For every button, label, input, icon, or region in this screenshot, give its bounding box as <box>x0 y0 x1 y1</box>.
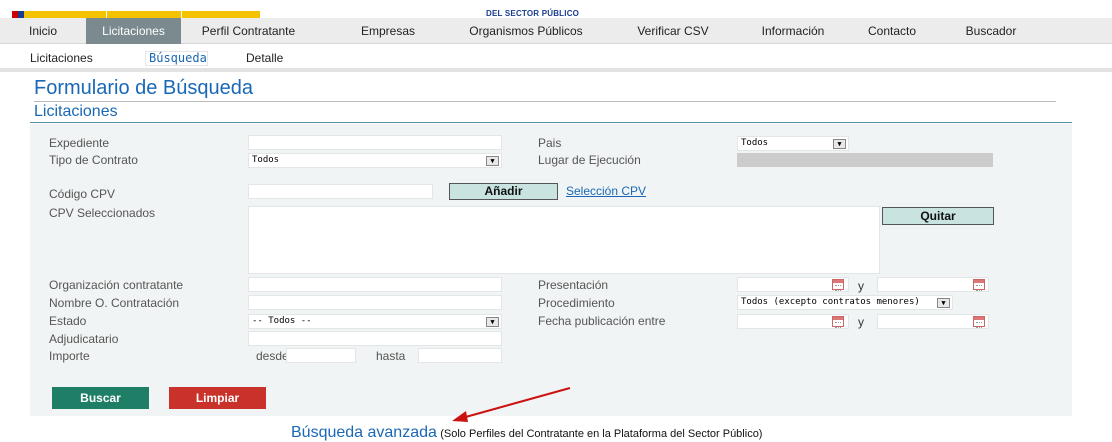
brand-text: DEL SECTOR PÚBLICO <box>486 9 580 18</box>
estado-select[interactable]: -- Todos -- ▼ <box>248 314 502 329</box>
estado-value: -- Todos -- <box>252 316 312 326</box>
nombre-organo-label: Nombre O. Contratación <box>49 296 180 310</box>
nav-item-informacion[interactable]: Información <box>738 18 848 44</box>
nav-item-contacto[interactable]: Contacto <box>852 18 932 44</box>
importe-hasta-input[interactable] <box>418 348 502 363</box>
chevron-down-icon[interactable]: ▼ <box>486 317 499 327</box>
nav-item-verificar-csv[interactable]: Verificar CSV <box>618 18 728 44</box>
add-cpv-button[interactable]: Añadir <box>449 183 558 200</box>
tipo-contrato-label: Tipo de Contrato <box>49 153 138 167</box>
advanced-search: Búsqueda avanzada (Solo Perfiles del Con… <box>291 424 762 442</box>
remove-cpv-button[interactable]: Quitar <box>882 207 994 225</box>
calendar-icon[interactable] <box>973 279 985 291</box>
nav-item-empresas[interactable]: Empresas <box>338 18 438 44</box>
top-strip: DEL SECTOR PÚBLICO <box>0 0 1112 18</box>
pais-value: Todos <box>741 138 769 148</box>
codigo-cpv-input[interactable] <box>248 184 433 199</box>
advanced-search-link[interactable]: Búsqueda avanzada <box>291 424 437 441</box>
organizacion-contratante-label: Organización contratante <box>49 278 184 292</box>
importe-desde-input[interactable] <box>286 348 356 363</box>
calendar-icon[interactable] <box>973 316 985 328</box>
desde-label: desde <box>256 349 289 363</box>
importe-label: Importe <box>49 349 90 363</box>
chevron-down-icon[interactable]: ▼ <box>833 139 846 149</box>
pais-label: Pais <box>538 136 562 150</box>
flag-separator <box>106 11 107 18</box>
flag-separator <box>181 11 182 18</box>
subnav-item-licitaciones[interactable]: Licitaciones <box>30 51 93 65</box>
nav-item-licitaciones[interactable]: Licitaciones <box>86 18 181 44</box>
chevron-down-icon[interactable]: ▼ <box>486 156 499 166</box>
procedimiento-select[interactable]: Todos (excepto contratos menores) ▼ <box>737 295 953 310</box>
calendar-icon[interactable] <box>832 279 844 291</box>
title-divider <box>34 101 1056 102</box>
cpv-seleccionados-label: CPV Seleccionados <box>49 206 156 220</box>
page-title: Formulario de Búsqueda <box>34 77 254 99</box>
lugar-ejecucion-field[interactable] <box>737 153 993 167</box>
y-label: y <box>858 279 864 293</box>
hasta-label: hasta <box>376 349 406 363</box>
adjudicatario-input[interactable] <box>248 331 502 346</box>
section-title: Licitaciones <box>34 103 118 120</box>
y-label: y <box>858 315 864 329</box>
nav-item-inicio[interactable]: Inicio <box>0 18 86 44</box>
nav-item-buscador[interactable]: Buscador <box>948 18 1034 44</box>
chevron-down-icon[interactable]: ▼ <box>937 298 950 308</box>
subnav-item-busqueda[interactable]: Búsqueda <box>145 51 208 66</box>
sub-nav: Licitaciones Búsqueda Detalle <box>0 44 1112 72</box>
fecha-publicacion-label: Fecha publicación entre <box>538 314 666 328</box>
pais-select[interactable]: Todos ▼ <box>737 136 849 151</box>
lugar-ejecucion-label: Lugar de Ejecución <box>538 153 641 167</box>
estado-label: Estado <box>49 314 87 328</box>
tipo-contrato-value: Todos <box>252 155 280 165</box>
subnav-item-detalle[interactable]: Detalle <box>246 51 283 65</box>
presentacion-label: Presentación <box>538 278 609 292</box>
main-nav: Inicio Licitaciones Perfil Contratante E… <box>0 18 1112 44</box>
nombre-organo-input[interactable] <box>248 295 502 310</box>
procedimiento-label: Procedimiento <box>538 296 615 310</box>
organizacion-contratante-input[interactable] <box>248 277 502 292</box>
expediente-label: Expediente <box>49 136 110 150</box>
search-button[interactable]: Buscar <box>52 387 149 409</box>
flag-stripe-yellow <box>24 11 260 18</box>
advanced-search-note: (Solo Perfiles del Contratante en la Pla… <box>440 428 763 440</box>
adjudicatario-label: Adjudicatario <box>49 332 119 346</box>
tipo-contrato-select[interactable]: Todos ▼ <box>248 153 502 168</box>
expediente-input[interactable] <box>248 135 502 150</box>
codigo-cpv-label: Código CPV <box>49 187 116 201</box>
cpv-selected-list[interactable] <box>248 206 880 274</box>
procedimiento-value: Todos (excepto contratos menores) <box>741 297 920 307</box>
seleccion-cpv-link[interactable]: Selección CPV <box>566 184 646 198</box>
section-divider <box>30 122 1072 123</box>
nav-item-organismos-publicos[interactable]: Organismos Públicos <box>456 18 596 44</box>
calendar-icon[interactable] <box>832 316 844 328</box>
nav-item-perfil-contratante[interactable]: Perfil Contratante <box>181 18 316 44</box>
clear-button[interactable]: Limpiar <box>169 387 266 409</box>
